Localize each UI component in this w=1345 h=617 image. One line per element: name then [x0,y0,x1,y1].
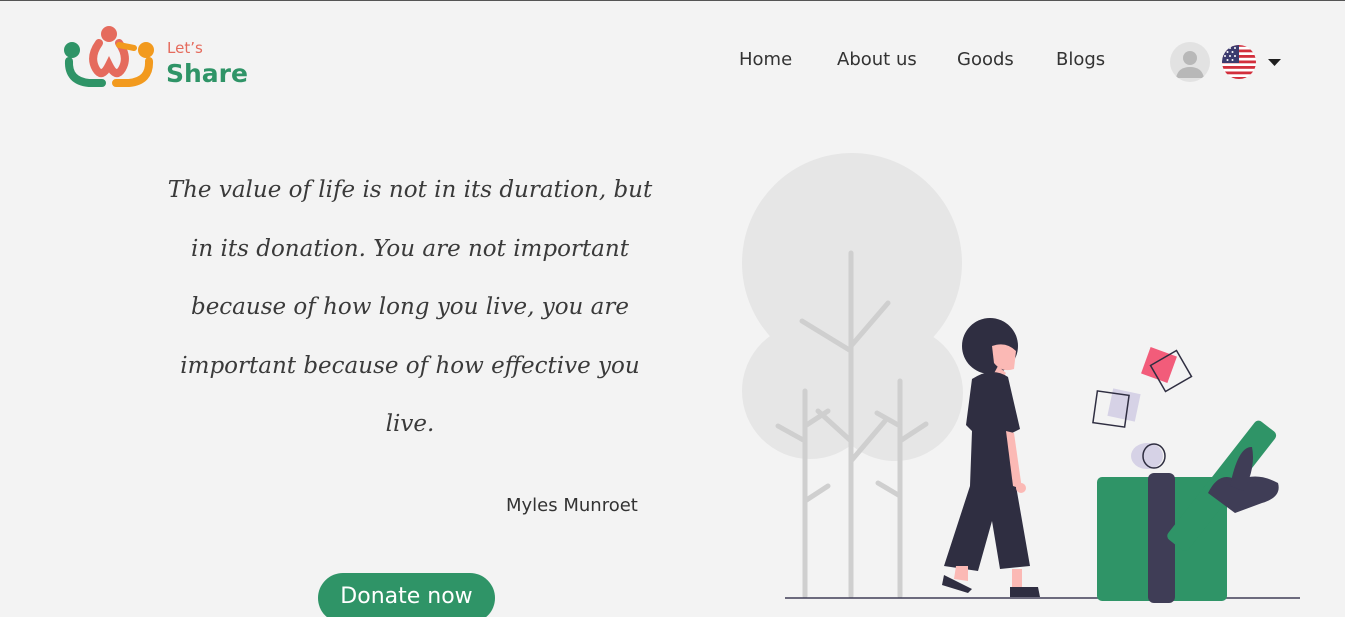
floating-confetti [1092,347,1193,469]
nav-blogs[interactable]: Blogs [1056,49,1105,70]
logo-people-icon [64,26,154,87]
brand-name-line2: Share [166,59,248,88]
hero-quote: The value of life is not in its duration… [167,177,653,437]
brand-logo[interactable]: Let’s Share [62,23,262,91]
us-flag-icon[interactable] [1221,44,1257,80]
quote-author: Myles Munroet [506,495,638,516]
person-figure [942,318,1040,597]
nav-about-us[interactable]: About us [837,49,917,70]
user-avatar-icon[interactable] [1170,42,1210,82]
donate-now-button[interactable]: Donate now [318,573,495,617]
nav-home[interactable]: Home [739,49,792,70]
gift-illustration [742,153,1300,603]
nav-goods[interactable]: Goods [957,49,1014,70]
gift-box [1097,420,1279,603]
brand-name-line1: Let’s [167,39,203,57]
caret-down-icon[interactable] [1267,57,1282,67]
